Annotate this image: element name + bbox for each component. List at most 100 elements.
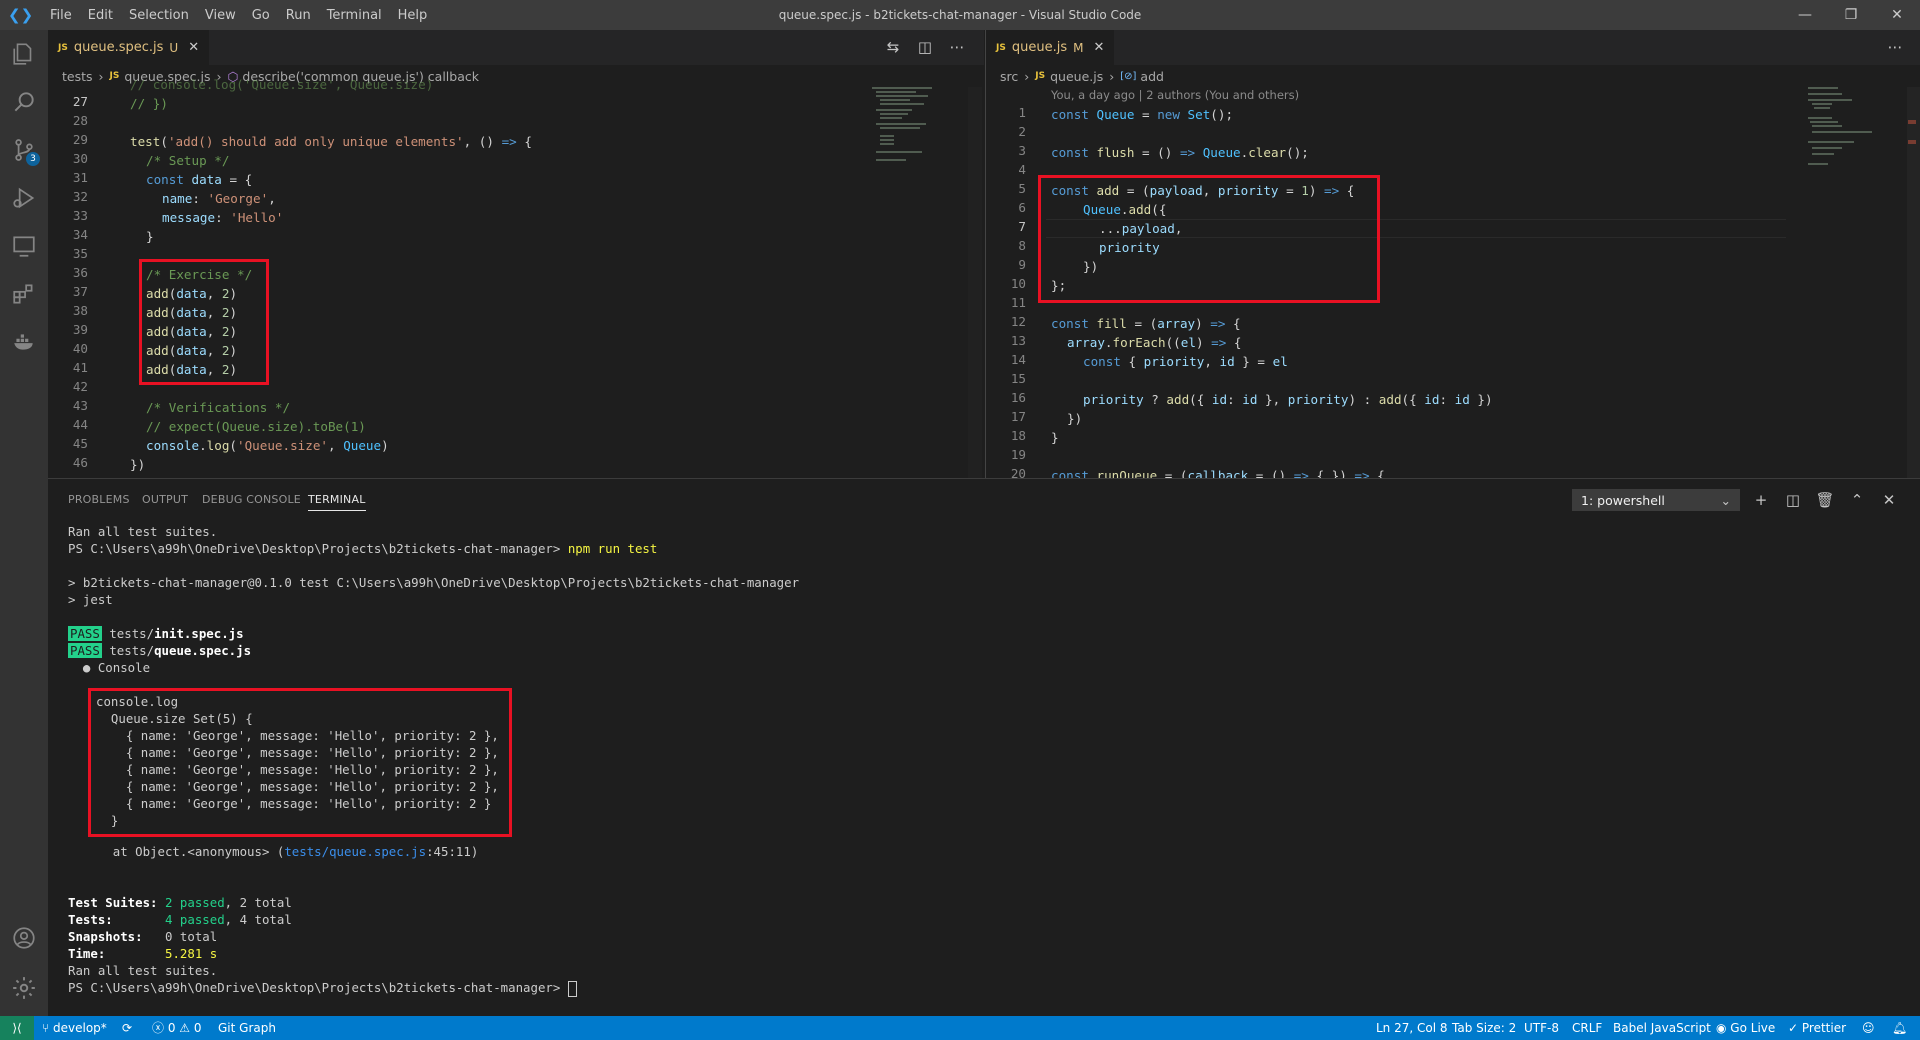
bottom-panel: PROBLEMS OUTPUT DEBUG CONSOLE TERMINAL 1… xyxy=(48,478,1920,1016)
terminal-line: PS C:\Users\a99h\OneDrive\Desktop\Projec… xyxy=(68,979,577,997)
remote-indicator-icon[interactable]: ⟩⟨ xyxy=(0,1016,34,1040)
menu-view[interactable]: View xyxy=(197,8,244,23)
more-actions-icon[interactable]: ⋯ xyxy=(946,36,968,58)
minimize-icon[interactable]: — xyxy=(1782,0,1828,30)
breadcrumb-symbol[interactable]: add xyxy=(1140,69,1164,84)
terminal-line: Time: 5.281 s xyxy=(68,946,218,961)
code-line: // expect(Queue.size).toBe(1) xyxy=(146,419,366,434)
problems-indicator[interactable]: ⓧ 0 ⚠ 0 xyxy=(152,1016,202,1040)
line-number: 1 xyxy=(1018,105,1026,120)
terminal-line: Tests: 4 passed, 4 total xyxy=(68,912,292,927)
language-mode[interactable]: Babel JavaScript xyxy=(1613,1016,1711,1040)
restore-icon[interactable]: ❐ xyxy=(1828,0,1874,30)
right-scrollbar[interactable] xyxy=(1907,87,1920,478)
menu-file[interactable]: File xyxy=(42,8,80,23)
breadcrumb-file[interactable]: queue.js xyxy=(1050,69,1103,84)
line-ending[interactable]: CRLF xyxy=(1572,1016,1602,1040)
chevron-right-icon: › xyxy=(98,68,104,84)
search-icon[interactable] xyxy=(0,78,48,126)
tab-queue[interactable]: JS queue.js M ✕ xyxy=(986,30,1115,65)
menu-selection[interactable]: Selection xyxy=(121,8,197,23)
right-tab-bar: JS queue.js M ✕ ⋯ xyxy=(986,30,1920,65)
menu-go[interactable]: Go xyxy=(244,8,278,23)
left-scrollbar[interactable] xyxy=(968,87,982,478)
stack-trace-link[interactable]: tests/queue.spec.js xyxy=(284,844,426,859)
explorer-icon[interactable] xyxy=(0,30,48,78)
feedback-icon[interactable]: ☺ xyxy=(1862,1016,1875,1040)
code-line: name: 'George', xyxy=(162,191,276,206)
tab-queue-spec[interactable]: JS queue.spec.js U ✕ xyxy=(48,30,210,65)
git-graph-button[interactable]: Git Graph xyxy=(218,1016,276,1040)
line-number: 5 xyxy=(1018,181,1026,196)
js-file-icon: JS xyxy=(996,42,1006,53)
terminal-select[interactable]: 1: powershell ⌄ xyxy=(1572,489,1740,511)
split-terminal-icon[interactable]: ◫ xyxy=(1782,489,1804,511)
remote-explorer-icon[interactable] xyxy=(0,222,48,270)
breadcrumb-folder[interactable]: src xyxy=(1000,69,1018,84)
branch-indicator[interactable]: ⑂ develop* xyxy=(42,1016,107,1040)
settings-gear-icon[interactable] xyxy=(0,964,48,1012)
terminal-line: Snapshots: 0 total xyxy=(68,929,218,944)
cursor-position[interactable]: Ln 27, Col 8 xyxy=(1376,1016,1448,1040)
panel-tab-debug-console[interactable]: DEBUG CONSOLE xyxy=(202,493,301,506)
breadcrumb: src › JS queue.js › [⊘] add xyxy=(986,65,1920,87)
chevron-down-icon: ⌄ xyxy=(1720,493,1731,508)
menu-terminal[interactable]: Terminal xyxy=(319,8,390,23)
menu-run[interactable]: Run xyxy=(278,8,319,23)
notifications-bell-icon[interactable]: 🔔︎ xyxy=(1892,1016,1907,1040)
line-number: 13 xyxy=(1010,333,1026,348)
extensions-icon[interactable] xyxy=(0,270,48,318)
split-editor-icon[interactable]: ◫ xyxy=(914,36,936,58)
line-number: 39 xyxy=(72,322,88,337)
tab-size[interactable]: Tab Size: 2 xyxy=(1452,1016,1516,1040)
right-code-area[interactable]: 1 2 3 4 5 6 7 8 9 10 11 12 13 14 15 16 1… xyxy=(986,105,1886,478)
maximize-panel-icon[interactable]: ⌃ xyxy=(1846,489,1868,511)
activity-bar: 3 xyxy=(0,30,48,1016)
account-icon[interactable] xyxy=(0,914,48,962)
terminal-line: ● Console xyxy=(68,660,151,675)
line-number: 7 xyxy=(1018,219,1026,234)
error-icon: ⓧ xyxy=(152,1021,168,1035)
docker-icon[interactable] xyxy=(0,318,48,366)
left-code-area[interactable]: // console.log('Queue.size', Queue.size)… xyxy=(48,77,948,478)
more-actions-icon[interactable]: ⋯ xyxy=(1884,36,1906,58)
panel-tab-terminal[interactable]: TERMINAL xyxy=(308,493,366,511)
new-terminal-icon[interactable]: + xyxy=(1750,489,1772,511)
line-number: 6 xyxy=(1018,200,1026,215)
line-number: 29 xyxy=(72,132,88,147)
prettier-button[interactable]: ✓ Prettier xyxy=(1788,1016,1846,1040)
chevron-right-icon: › xyxy=(1024,68,1030,84)
run-debug-icon[interactable] xyxy=(0,174,48,222)
encoding[interactable]: UTF-8 xyxy=(1524,1016,1559,1040)
code-line: const Queue = new Set(); xyxy=(1051,107,1234,122)
title-bar: ❮❯ File Edit Selection View Go Run Termi… xyxy=(0,0,1920,30)
close-window-icon[interactable]: ✕ xyxy=(1874,0,1920,30)
panel-tab-output[interactable]: OUTPUT xyxy=(142,493,188,506)
code-line: priority ? add({ id: id }, priority) : a… xyxy=(1083,392,1493,407)
terminal-line: at Object.<anonymous> (tests/queue.spec.… xyxy=(68,844,479,859)
minimap[interactable] xyxy=(1808,87,1908,207)
go-live-button[interactable]: ◉ Go Live xyxy=(1716,1016,1775,1040)
breadcrumb-folder[interactable]: tests xyxy=(62,69,93,84)
line-number: 27 xyxy=(72,94,88,109)
close-panel-icon[interactable]: ✕ xyxy=(1878,489,1900,511)
modified-flag: M xyxy=(1073,40,1084,55)
menu-help[interactable]: Help xyxy=(390,8,436,23)
codelens-blame[interactable]: You, a day ago | 2 authors (You and othe… xyxy=(1051,88,1299,102)
sync-icon[interactable]: ⟳ xyxy=(122,1016,132,1040)
code-line: }) xyxy=(1067,411,1083,426)
panel-tab-problems[interactable]: PROBLEMS xyxy=(68,493,130,506)
tab-label: queue.js xyxy=(1011,40,1068,55)
terminal-line: Ran all test suites. xyxy=(68,963,218,978)
minimap[interactable] xyxy=(872,87,972,207)
source-control-icon[interactable]: 3 xyxy=(0,126,48,174)
code-line: } xyxy=(1051,430,1059,445)
menu-edit[interactable]: Edit xyxy=(80,8,121,23)
trash-icon[interactable]: 🗑 xyxy=(1814,489,1836,511)
line-number: 16 xyxy=(1010,390,1026,405)
close-tab-icon[interactable]: ✕ xyxy=(1093,40,1104,55)
line-number: 18 xyxy=(1010,428,1026,443)
close-tab-icon[interactable]: ✕ xyxy=(188,40,199,55)
line-number: 42 xyxy=(72,379,88,394)
open-changes-icon[interactable]: ⇆ xyxy=(882,36,904,58)
